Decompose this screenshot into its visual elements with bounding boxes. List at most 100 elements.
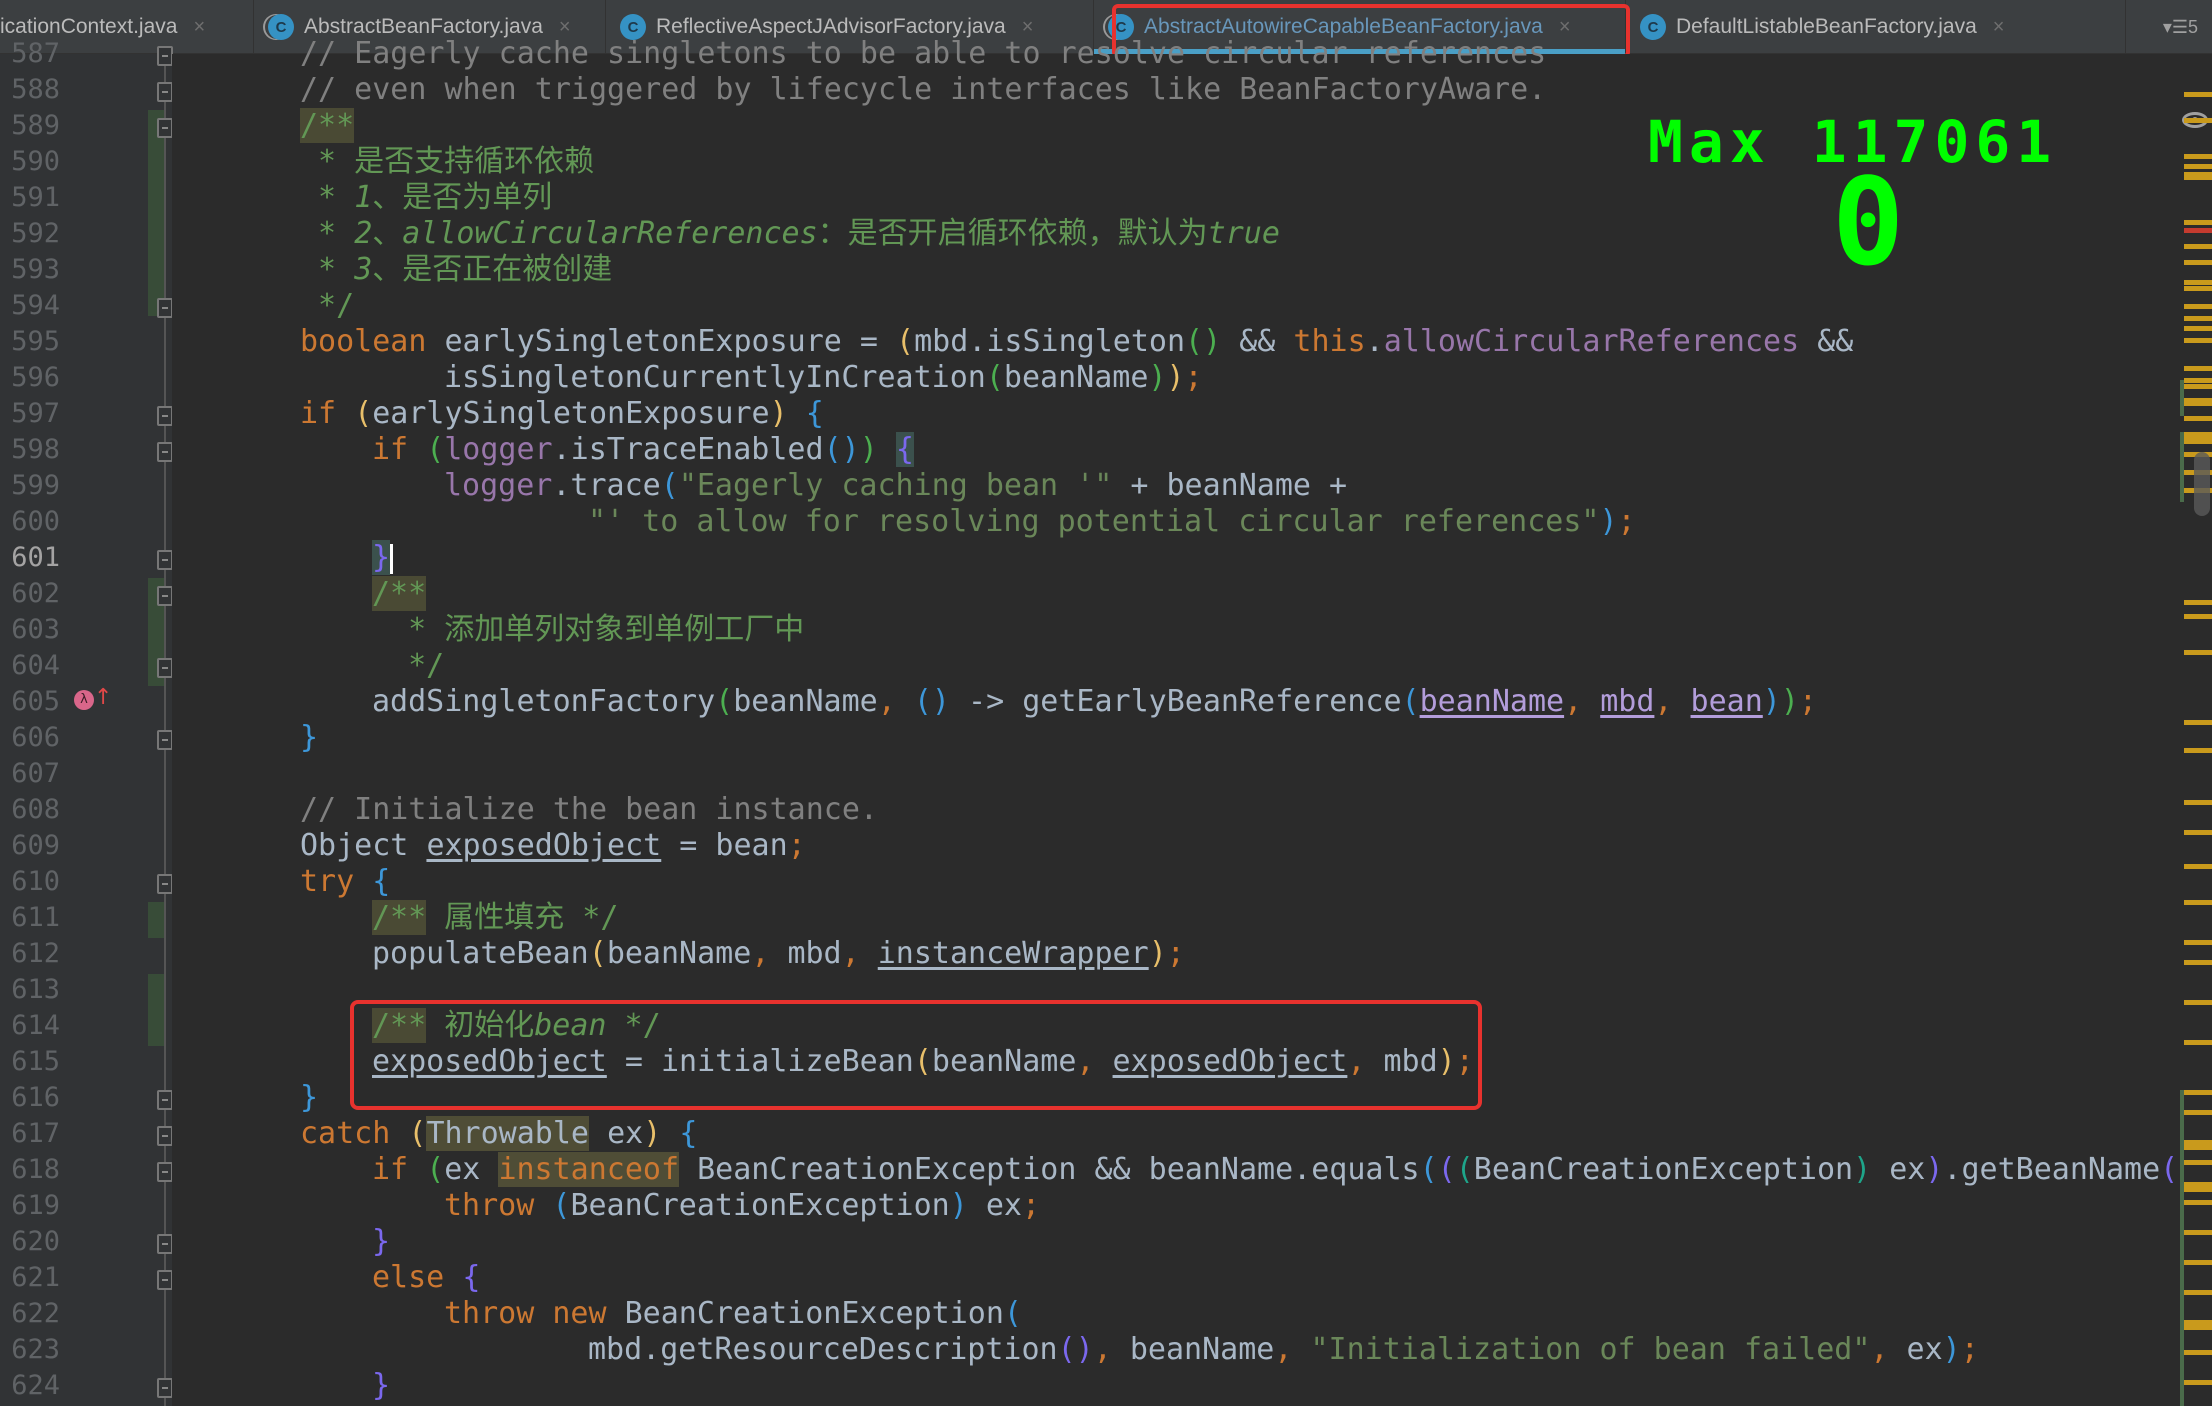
lambda-icon[interactable]: λ — [74, 690, 94, 710]
line-number[interactable]: 609 — [0, 828, 60, 864]
fold-toggle[interactable] — [157, 874, 173, 894]
fold-toggle[interactable] — [157, 586, 173, 606]
line-number[interactable]: 590 — [0, 144, 60, 180]
stripe-marker[interactable] — [2184, 1110, 2212, 1115]
stripe-marker[interactable] — [2184, 378, 2212, 383]
line-number[interactable]: 621 — [0, 1260, 60, 1296]
line-number[interactable]: 603 — [0, 612, 60, 648]
line-number[interactable]: 620 — [0, 1224, 60, 1260]
stripe-marker[interactable] — [2184, 1040, 2212, 1045]
stripe-marker[interactable] — [2184, 1320, 2212, 1330]
stripe-marker[interactable] — [2184, 260, 2212, 265]
fold-toggle[interactable] — [157, 550, 173, 570]
fold-toggle[interactable] — [157, 406, 173, 426]
line-number[interactable]: 594 — [0, 288, 60, 324]
stripe-marker[interactable] — [2184, 940, 2212, 945]
line-number[interactable]: 613 — [0, 972, 60, 1008]
vertical-scrollbar-thumb[interactable] — [2194, 452, 2210, 516]
stripe-marker[interactable] — [2184, 432, 2212, 444]
stripe-marker[interactable] — [2184, 172, 2212, 180]
line-number[interactable]: 618 — [0, 1152, 60, 1188]
stripe-marker[interactable] — [2184, 1182, 2212, 1192]
stripe-marker[interactable] — [2184, 650, 2212, 655]
fold-toggle[interactable] — [157, 1126, 173, 1146]
line-number[interactable]: 598 — [0, 432, 60, 468]
line-number[interactable]: 600 — [0, 504, 60, 540]
navigate-up-arrow-icon[interactable]: ↑ — [94, 686, 112, 710]
fold-toggle[interactable] — [157, 118, 173, 138]
line-number[interactable]: 592 — [0, 216, 60, 252]
line-number[interactable]: 597 — [0, 396, 60, 432]
stripe-marker[interactable] — [2184, 1350, 2212, 1355]
fold-toggle[interactable] — [157, 1162, 173, 1182]
stripe-marker[interactable] — [2184, 900, 2212, 905]
stripe-marker[interactable] — [2184, 164, 2212, 169]
stripe-marker[interactable] — [2184, 1160, 2212, 1165]
line-number[interactable]: 623 — [0, 1332, 60, 1368]
stripe-marker[interactable] — [2184, 864, 2212, 869]
line-number[interactable]: 593 — [0, 252, 60, 288]
stripe-marker[interactable] — [2184, 748, 2212, 753]
line-number[interactable]: 607 — [0, 756, 60, 792]
line-number[interactable]: 589 — [0, 108, 60, 144]
stripe-marker[interactable] — [2184, 286, 2212, 291]
line-number[interactable]: 614 — [0, 1008, 60, 1044]
stripe-marker[interactable] — [2184, 154, 2212, 159]
line-number[interactable]: 622 — [0, 1296, 60, 1332]
stripe-marker[interactable] — [2184, 316, 2212, 321]
stripe-marker[interactable] — [2184, 960, 2212, 965]
stripe-marker[interactable] — [2184, 830, 2212, 835]
stripe-marker[interactable] — [2184, 720, 2212, 725]
fold-toggle[interactable] — [157, 82, 173, 102]
line-number[interactable]: 605 — [0, 684, 60, 720]
line-number[interactable]: 611 — [0, 900, 60, 936]
stripe-marker[interactable] — [2184, 614, 2212, 619]
stripe-marker[interactable] — [2184, 326, 2212, 331]
stripe-marker[interactable] — [2184, 1000, 2212, 1005]
fold-toggle[interactable] — [157, 1234, 173, 1254]
line-number[interactable]: 608 — [0, 792, 60, 828]
line-number[interactable]: 619 — [0, 1188, 60, 1224]
line-number[interactable]: 591 — [0, 180, 60, 216]
fold-toggle[interactable] — [157, 1378, 173, 1398]
stripe-marker[interactable] — [2184, 92, 2212, 97]
fold-toggle[interactable] — [157, 658, 173, 678]
stripe-marker[interactable] — [2184, 220, 2212, 225]
stripe-marker[interactable] — [2184, 1260, 2212, 1265]
stripe-marker[interactable] — [2184, 338, 2212, 343]
fold-toggle[interactable] — [157, 730, 173, 750]
stripe-marker[interactable] — [2184, 304, 2212, 309]
line-number[interactable]: 616 — [0, 1080, 60, 1116]
line-number[interactable]: 624 — [0, 1368, 60, 1404]
stripe-error-marker[interactable] — [2184, 228, 2212, 233]
stripe-marker[interactable] — [2184, 398, 2212, 406]
line-number[interactable]: 602 — [0, 576, 60, 612]
line-number[interactable]: 599 — [0, 468, 60, 504]
line-number[interactable]: 617 — [0, 1116, 60, 1152]
line-number[interactable]: 610 — [0, 864, 60, 900]
line-number[interactable]: 587 — [0, 36, 60, 72]
stripe-marker[interactable] — [2184, 280, 2212, 285]
fold-toggle[interactable] — [157, 442, 173, 462]
stripe-marker[interactable] — [2184, 416, 2212, 421]
stripe-marker[interactable] — [2184, 1140, 2212, 1150]
stripe-marker[interactable] — [2184, 1230, 2212, 1235]
fold-toggle[interactable] — [157, 1270, 173, 1290]
fold-toggle[interactable] — [157, 46, 173, 66]
line-number[interactable]: 615 — [0, 1044, 60, 1080]
stripe-marker[interactable] — [2184, 1200, 2212, 1205]
stripe-marker[interactable] — [2184, 366, 2212, 371]
stripe-marker[interactable] — [2184, 384, 2212, 389]
stripe-marker[interactable] — [2184, 800, 2212, 805]
line-number[interactable]: 596 — [0, 360, 60, 396]
stripe-marker[interactable] — [2184, 600, 2212, 605]
line-number[interactable]: 606 — [0, 720, 60, 756]
line-number[interactable]: 588 — [0, 72, 60, 108]
line-number[interactable]: 604 — [0, 648, 60, 684]
line-number[interactable]: 612 — [0, 936, 60, 972]
fold-toggle[interactable] — [157, 1090, 173, 1110]
stripe-marker[interactable] — [2184, 1090, 2212, 1095]
close-icon[interactable]: × — [193, 16, 205, 39]
stripe-marker[interactable] — [2184, 1380, 2212, 1385]
stripe-marker[interactable] — [2184, 1290, 2212, 1295]
